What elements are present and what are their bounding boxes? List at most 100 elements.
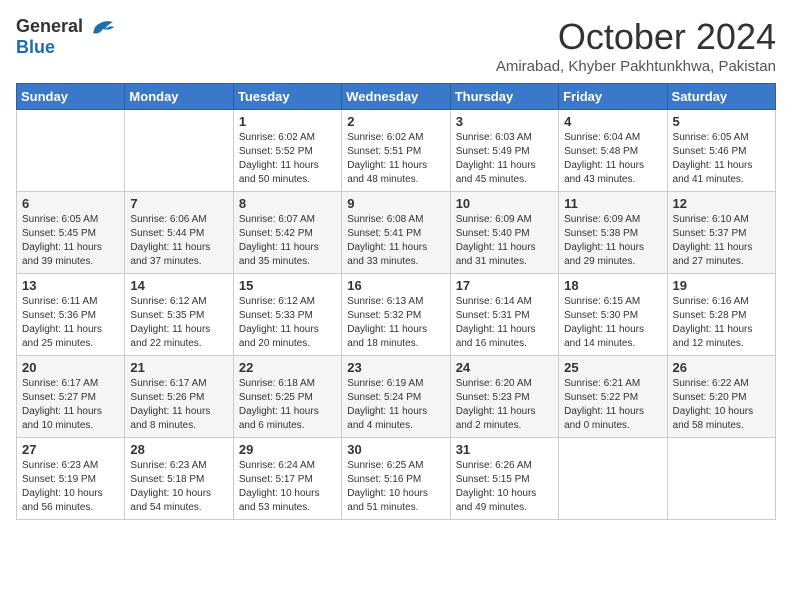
day-number: 26 bbox=[673, 360, 770, 375]
day-number: 10 bbox=[456, 196, 553, 211]
weekday-header-thursday: Thursday bbox=[450, 84, 558, 110]
calendar-cell: 29 Sunrise: 6:24 AM Sunset: 5:17 PM Dayli… bbox=[233, 438, 341, 520]
calendar-week-row: 27Sunrise: 6:23 AM Sunset: 5:19 PM Dayli… bbox=[17, 438, 776, 520]
calendar-cell: 8 Sunrise: 6:07 AM Sunset: 5:42 PM Daylig… bbox=[233, 192, 341, 274]
weekday-header-monday: Monday bbox=[125, 84, 233, 110]
day-number: 15 bbox=[239, 278, 336, 293]
cell-content: Sunrise: 6:07 AM Sunset: 5:42 PM Dayligh… bbox=[239, 213, 336, 269]
location-subtitle: Amirabad, Khyber Pakhtunkhwa, Pakistan bbox=[496, 58, 776, 75]
day-number: 31 bbox=[456, 442, 553, 457]
day-number: 20 bbox=[22, 360, 119, 375]
calendar-cell: 16 Sunrise: 6:13 AM Sunset: 5:32 PM Dayli… bbox=[342, 274, 450, 356]
calendar-week-row: 13Sunrise: 6:11 AM Sunset: 5:36 PM Dayli… bbox=[17, 274, 776, 356]
calendar-cell: 2 Sunrise: 6:02 AM Sunset: 5:51 PM Daylig… bbox=[342, 110, 450, 192]
calendar-cell: 14 Sunrise: 6:12 AM Sunset: 5:35 PM Dayli… bbox=[125, 274, 233, 356]
calendar-cell bbox=[17, 110, 125, 192]
calendar-cell: 3 Sunrise: 6:03 AM Sunset: 5:49 PM Daylig… bbox=[450, 110, 558, 192]
day-number: 7 bbox=[130, 196, 227, 211]
calendar-header-row: SundayMondayTuesdayWednesdayThursdayFrid… bbox=[17, 84, 776, 110]
calendar-cell: 22 Sunrise: 6:18 AM Sunset: 5:25 PM Dayli… bbox=[233, 356, 341, 438]
calendar-cell: 31 Sunrise: 6:26 AM Sunset: 5:15 PM Dayli… bbox=[450, 438, 558, 520]
day-number: 6 bbox=[22, 196, 119, 211]
cell-content: Sunrise: 6:06 AM Sunset: 5:44 PM Dayligh… bbox=[130, 213, 227, 269]
cell-content: Sunrise: 6:11 AM Sunset: 5:36 PM Dayligh… bbox=[22, 295, 119, 351]
calendar-cell: 24Sunrise: 6:20 AM Sunset: 5:23 PM Dayli… bbox=[450, 356, 558, 438]
logo-general-text: General bbox=[16, 16, 83, 37]
logo-blue-text: Blue bbox=[16, 37, 55, 58]
cell-content: Sunrise: 6:03 AM Sunset: 5:49 PM Dayligh… bbox=[456, 131, 553, 187]
cell-content: Sunrise: 6:02 AM Sunset: 5:51 PM Dayligh… bbox=[347, 131, 444, 187]
calendar-cell: 27Sunrise: 6:23 AM Sunset: 5:19 PM Dayli… bbox=[17, 438, 125, 520]
calendar-cell: 12Sunrise: 6:10 AM Sunset: 5:37 PM Dayli… bbox=[667, 192, 775, 274]
day-number: 5 bbox=[673, 114, 770, 129]
day-number: 30 bbox=[347, 442, 444, 457]
day-number: 9 bbox=[347, 196, 444, 211]
calendar-cell: 4 Sunrise: 6:04 AM Sunset: 5:48 PM Daylig… bbox=[559, 110, 667, 192]
day-number: 28 bbox=[130, 442, 227, 457]
calendar-cell: 9 Sunrise: 6:08 AM Sunset: 5:41 PM Daylig… bbox=[342, 192, 450, 274]
calendar-cell: 17 Sunrise: 6:14 AM Sunset: 5:31 PM Dayli… bbox=[450, 274, 558, 356]
cell-content: Sunrise: 6:16 AM Sunset: 5:28 PM Dayligh… bbox=[673, 295, 770, 351]
day-number: 8 bbox=[239, 196, 336, 211]
calendar-cell: 25 Sunrise: 6:21 AM Sunset: 5:22 PM Dayli… bbox=[559, 356, 667, 438]
cell-content: Sunrise: 6:15 AM Sunset: 5:30 PM Dayligh… bbox=[564, 295, 661, 351]
cell-content: Sunrise: 6:12 AM Sunset: 5:35 PM Dayligh… bbox=[130, 295, 227, 351]
calendar-cell: 15Sunrise: 6:12 AM Sunset: 5:33 PM Dayli… bbox=[233, 274, 341, 356]
cell-content: Sunrise: 6:13 AM Sunset: 5:32 PM Dayligh… bbox=[347, 295, 444, 351]
cell-content: Sunrise: 6:02 AM Sunset: 5:52 PM Dayligh… bbox=[239, 131, 336, 187]
calendar-cell: 26Sunrise: 6:22 AM Sunset: 5:20 PM Dayli… bbox=[667, 356, 775, 438]
calendar-cell: 30 Sunrise: 6:25 AM Sunset: 5:16 PM Dayli… bbox=[342, 438, 450, 520]
day-number: 4 bbox=[564, 114, 661, 129]
calendar-cell: 10 Sunrise: 6:09 AM Sunset: 5:40 PM Dayli… bbox=[450, 192, 558, 274]
cell-content: Sunrise: 6:09 AM Sunset: 5:40 PM Dayligh… bbox=[456, 213, 553, 269]
cell-content: Sunrise: 6:18 AM Sunset: 5:25 PM Dayligh… bbox=[239, 377, 336, 433]
cell-content: Sunrise: 6:05 AM Sunset: 5:46 PM Dayligh… bbox=[673, 131, 770, 187]
calendar-cell: 19Sunrise: 6:16 AM Sunset: 5:28 PM Dayli… bbox=[667, 274, 775, 356]
weekday-header-tuesday: Tuesday bbox=[233, 84, 341, 110]
title-area: October 2024 Amirabad, Khyber Pakhtunkhw… bbox=[496, 16, 776, 75]
day-number: 27 bbox=[22, 442, 119, 457]
cell-content: Sunrise: 6:23 AM Sunset: 5:18 PM Dayligh… bbox=[130, 459, 227, 515]
calendar-cell: 7 Sunrise: 6:06 AM Sunset: 5:44 PM Daylig… bbox=[125, 192, 233, 274]
weekday-header-wednesday: Wednesday bbox=[342, 84, 450, 110]
day-number: 11 bbox=[564, 196, 661, 211]
day-number: 18 bbox=[564, 278, 661, 293]
day-number: 16 bbox=[347, 278, 444, 293]
month-title: October 2024 bbox=[496, 16, 776, 58]
weekday-header-saturday: Saturday bbox=[667, 84, 775, 110]
day-number: 14 bbox=[130, 278, 227, 293]
day-number: 12 bbox=[673, 196, 770, 211]
day-number: 3 bbox=[456, 114, 553, 129]
calendar-cell: 6 Sunrise: 6:05 AM Sunset: 5:45 PM Daylig… bbox=[17, 192, 125, 274]
calendar-week-row: 20Sunrise: 6:17 AM Sunset: 5:27 PM Dayli… bbox=[17, 356, 776, 438]
calendar-cell bbox=[667, 438, 775, 520]
cell-content: Sunrise: 6:14 AM Sunset: 5:31 PM Dayligh… bbox=[456, 295, 553, 351]
day-number: 17 bbox=[456, 278, 553, 293]
calendar-cell: 11 Sunrise: 6:09 AM Sunset: 5:38 PM Dayli… bbox=[559, 192, 667, 274]
calendar-week-row: 6 Sunrise: 6:05 AM Sunset: 5:45 PM Daylig… bbox=[17, 192, 776, 274]
logo: General Blue bbox=[16, 16, 115, 58]
cell-content: Sunrise: 6:21 AM Sunset: 5:22 PM Dayligh… bbox=[564, 377, 661, 433]
cell-content: Sunrise: 6:08 AM Sunset: 5:41 PM Dayligh… bbox=[347, 213, 444, 269]
calendar-cell bbox=[125, 110, 233, 192]
cell-content: Sunrise: 6:09 AM Sunset: 5:38 PM Dayligh… bbox=[564, 213, 661, 269]
calendar-cell bbox=[559, 438, 667, 520]
day-number: 29 bbox=[239, 442, 336, 457]
day-number: 22 bbox=[239, 360, 336, 375]
cell-content: Sunrise: 6:26 AM Sunset: 5:15 PM Dayligh… bbox=[456, 459, 553, 515]
weekday-header-friday: Friday bbox=[559, 84, 667, 110]
cell-content: Sunrise: 6:25 AM Sunset: 5:16 PM Dayligh… bbox=[347, 459, 444, 515]
day-number: 25 bbox=[564, 360, 661, 375]
day-number: 21 bbox=[130, 360, 227, 375]
cell-content: Sunrise: 6:05 AM Sunset: 5:45 PM Dayligh… bbox=[22, 213, 119, 269]
logo-bird-icon bbox=[85, 17, 115, 37]
day-number: 2 bbox=[347, 114, 444, 129]
cell-content: Sunrise: 6:24 AM Sunset: 5:17 PM Dayligh… bbox=[239, 459, 336, 515]
calendar-cell: 5 Sunrise: 6:05 AM Sunset: 5:46 PM Daylig… bbox=[667, 110, 775, 192]
calendar-cell: 18 Sunrise: 6:15 AM Sunset: 5:30 PM Dayli… bbox=[559, 274, 667, 356]
calendar-cell: 23Sunrise: 6:19 AM Sunset: 5:24 PM Dayli… bbox=[342, 356, 450, 438]
page-header: General Blue October 2024 Amirabad, Khyb… bbox=[16, 16, 776, 75]
cell-content: Sunrise: 6:04 AM Sunset: 5:48 PM Dayligh… bbox=[564, 131, 661, 187]
cell-content: Sunrise: 6:20 AM Sunset: 5:23 PM Dayligh… bbox=[456, 377, 553, 433]
calendar-table: SundayMondayTuesdayWednesdayThursdayFrid… bbox=[16, 83, 776, 520]
